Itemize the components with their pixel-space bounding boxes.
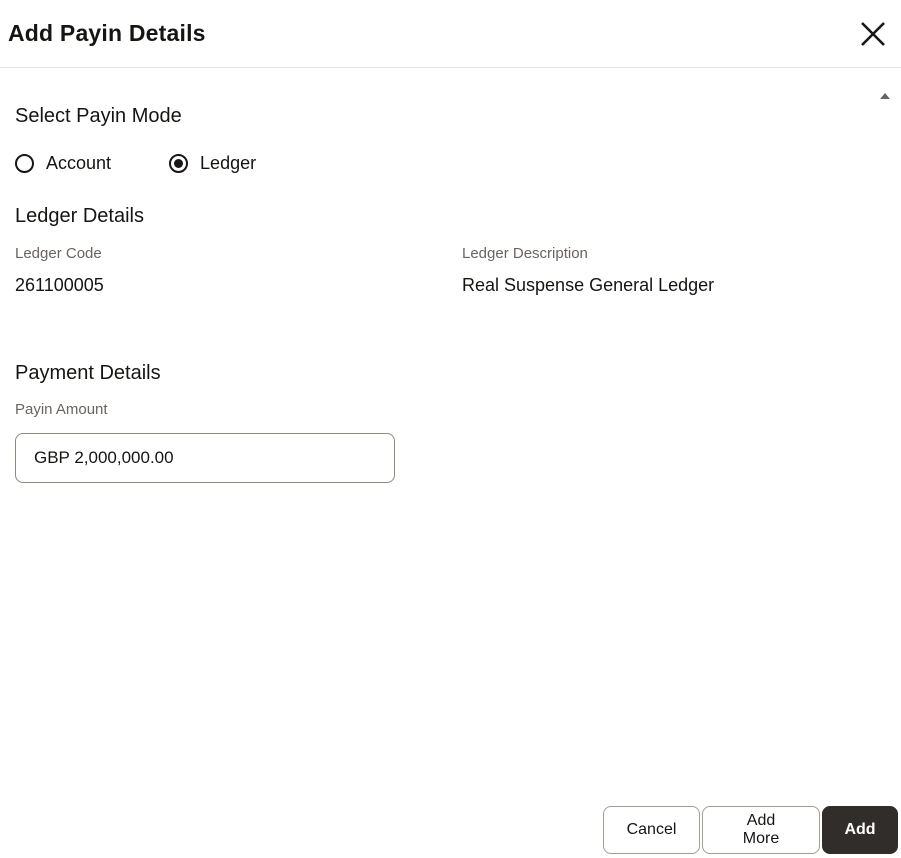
ledger-description-label: Ledger Description <box>462 245 588 262</box>
cancel-button[interactable]: Cancel <box>603 806 700 854</box>
ledger-description-field: Ledger Description Real Suspense General… <box>462 245 886 296</box>
payin-amount-input[interactable] <box>15 433 395 483</box>
ledger-code-field: Ledger Code 261100005 <box>15 245 462 296</box>
ledger-code-label: Ledger Code <box>15 245 102 262</box>
radio-label-ledger: Ledger <box>200 153 257 173</box>
add-more-button[interactable]: Add More <box>702 806 820 854</box>
payin-mode-radio-group: Account Ledger <box>15 153 886 174</box>
ledger-code-value: 261100005 <box>15 275 104 295</box>
payin-mode-heading: Select Payin Mode <box>15 105 182 127</box>
radio-unselected-icon <box>15 154 34 173</box>
payin-amount-label: Payin Amount <box>15 401 108 418</box>
ledger-details-grid: Ledger Code 261100005 Ledger Description… <box>15 245 886 296</box>
close-icon <box>858 19 888 49</box>
radio-label-account: Account <box>46 153 112 173</box>
radio-option-ledger[interactable]: Ledger <box>169 153 256 174</box>
close-button[interactable] <box>851 12 895 56</box>
radio-option-account[interactable]: Account <box>15 153 111 174</box>
radio-selected-icon <box>169 154 189 173</box>
add-button[interactable]: Add <box>822 806 898 854</box>
dialog-title: Add Payin Details <box>8 20 206 46</box>
dialog-footer: Cancel Add More Add <box>603 806 898 854</box>
scroll-up-arrow-icon[interactable] <box>880 93 890 99</box>
dialog-content: Select Payin Mode Account Ledger Ledger … <box>0 105 901 483</box>
dialog-header: Add Payin Details <box>0 0 901 68</box>
ledger-details-heading: Ledger Details <box>15 205 144 227</box>
ledger-description-value: Real Suspense General Ledger <box>462 275 715 295</box>
payment-details-heading: Payment Details <box>15 362 161 384</box>
